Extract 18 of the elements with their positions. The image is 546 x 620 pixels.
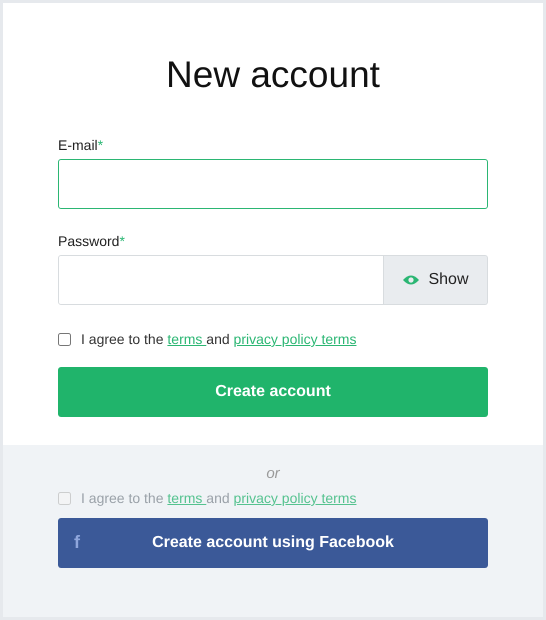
- facebook-signup-button[interactable]: f Create account using Facebook: [58, 518, 488, 568]
- agree-checkbox[interactable]: [58, 332, 71, 346]
- facebook-icon: f: [74, 532, 80, 553]
- page-title: New account: [165, 53, 381, 97]
- field-label: Password: [58, 233, 120, 249]
- show-password-button[interactable]: Show: [384, 255, 488, 305]
- agreement-text: I agree to the terms and privacy policy terms: [81, 490, 356, 506]
- terms-link[interactable]: terms: [167, 331, 206, 347]
- password-field[interactable]: [58, 255, 384, 305]
- required-mark: *: [98, 137, 104, 153]
- field-label: E-mail: [58, 137, 98, 153]
- email-field[interactable]: [58, 159, 488, 209]
- or-divider: or: [265, 465, 281, 482]
- agreement-text: I agree to the terms and privacy policy terms: [81, 331, 356, 347]
- required-mark: *: [119, 233, 125, 249]
- privacy-policy-link[interactable]: privacy policy terms: [234, 331, 356, 347]
- eye-icon: [402, 274, 420, 286]
- create-account-button[interactable]: Create account: [58, 367, 488, 417]
